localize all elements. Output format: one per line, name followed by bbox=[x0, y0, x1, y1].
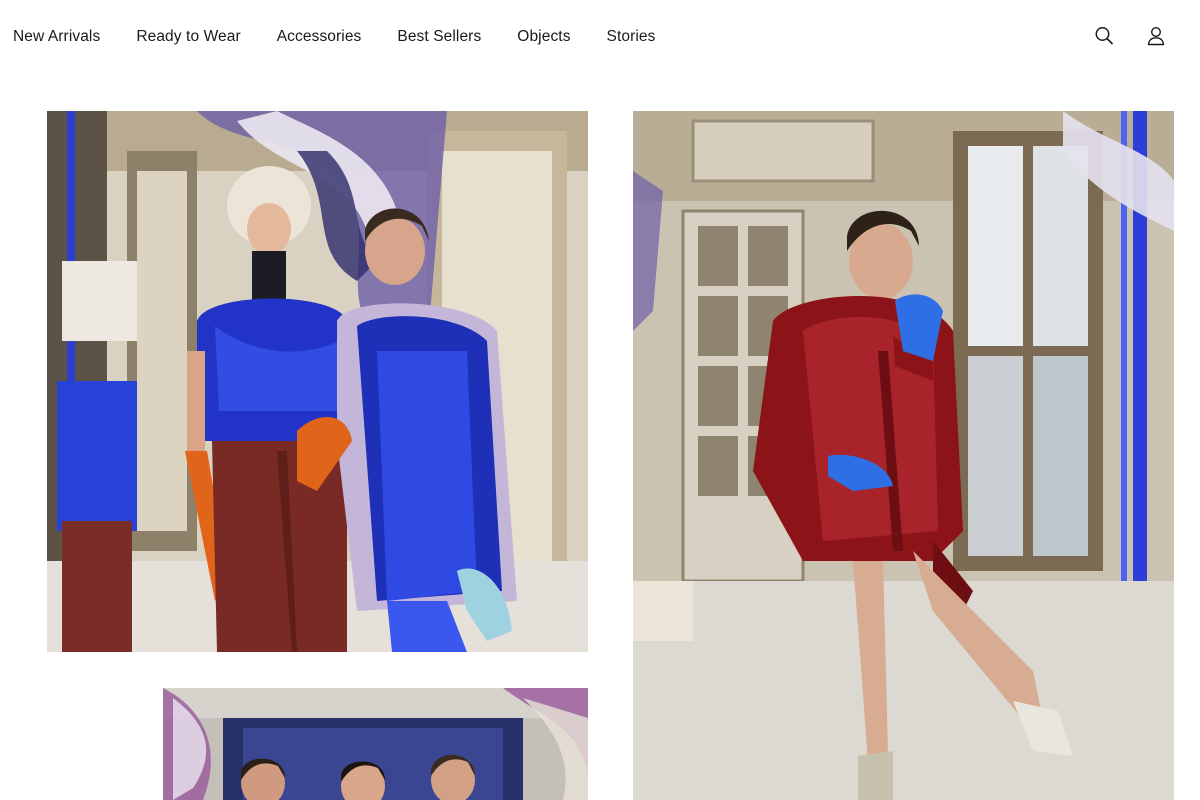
page: New Arrivals Ready to Wear Accessories B… bbox=[0, 0, 1200, 800]
backstage-photo-duo bbox=[47, 111, 588, 652]
nav-objects[interactable]: Objects bbox=[517, 26, 570, 48]
gallery-photo-3[interactable] bbox=[163, 688, 588, 800]
header-actions bbox=[1094, 25, 1166, 47]
nav-accessories[interactable]: Accessories bbox=[277, 26, 362, 48]
search-icon[interactable] bbox=[1094, 25, 1114, 47]
nav-ready-to-wear[interactable]: Ready to Wear bbox=[136, 26, 240, 48]
backstage-photo-red-coat bbox=[633, 111, 1174, 800]
main-nav: New Arrivals Ready to Wear Accessories B… bbox=[13, 26, 656, 48]
account-icon[interactable] bbox=[1146, 25, 1166, 47]
gallery-photo-1[interactable] bbox=[47, 111, 588, 652]
nav-stories[interactable]: Stories bbox=[607, 26, 656, 48]
nav-new-arrivals[interactable]: New Arrivals bbox=[13, 26, 100, 48]
backstage-photo-group bbox=[163, 688, 588, 800]
nav-best-sellers[interactable]: Best Sellers bbox=[397, 26, 481, 48]
gallery-photo-2[interactable] bbox=[633, 111, 1174, 800]
